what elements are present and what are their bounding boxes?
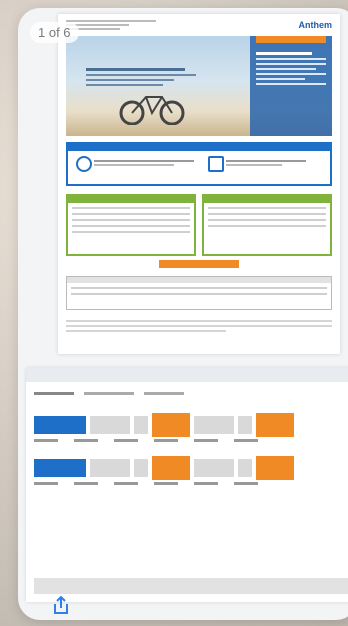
right-column-box xyxy=(202,194,332,256)
document-page-2[interactable] xyxy=(26,368,348,602)
page-2-title-bar xyxy=(26,368,348,382)
left-column-box xyxy=(66,194,196,256)
hero-promo-text xyxy=(86,66,196,89)
page-counter: 1 of 6 xyxy=(30,22,79,43)
info-panel-header xyxy=(68,144,330,151)
brand-logo: Anthem xyxy=(298,20,333,30)
info-icon xyxy=(76,156,92,172)
orange-call-to-action xyxy=(159,260,239,268)
bicycle-icon xyxy=(119,96,185,125)
page-2-footer xyxy=(34,578,348,594)
share-icon[interactable] xyxy=(50,594,72,616)
document-footer-text xyxy=(66,320,332,332)
orange-tab xyxy=(256,36,326,43)
document-page-1[interactable]: Anthem xyxy=(58,14,340,354)
document-viewer: 1 of 6 Anthem xyxy=(18,8,348,620)
hero-image xyxy=(66,36,332,136)
coverage-table-row xyxy=(34,413,348,437)
bottom-info-box xyxy=(66,276,332,310)
content-columns xyxy=(66,194,332,256)
document-address-block xyxy=(66,18,156,32)
phone-icon xyxy=(208,156,224,172)
coverage-table-row xyxy=(34,456,348,480)
page-2-meta xyxy=(26,382,348,405)
document-header: Anthem xyxy=(58,14,340,36)
hero-side-panel xyxy=(250,36,332,136)
info-panel xyxy=(66,142,332,186)
